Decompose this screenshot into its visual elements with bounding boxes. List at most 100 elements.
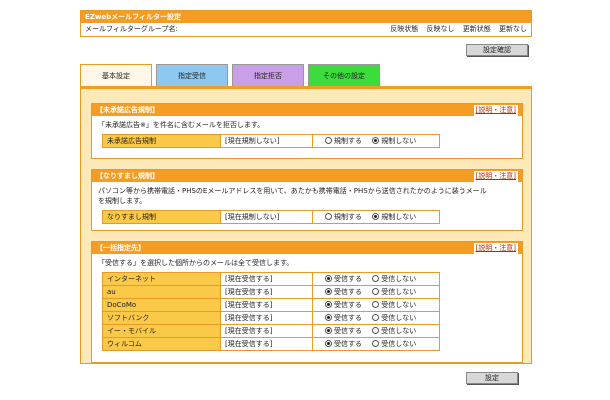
radio-label: 受信する (334, 274, 362, 283)
row-state: [現在受信する] (220, 337, 313, 351)
status-info: 反映状態 反映なし 更新状態 更新なし (384, 23, 527, 36)
section-header: 【一括指定先】 [説明・注意] (92, 242, 522, 254)
set-button[interactable]: 設定 (466, 372, 518, 384)
radio-option-1[interactable]: 受信する (325, 339, 362, 349)
radio-button-checked-icon[interactable] (325, 301, 332, 309)
radio-button-checked-icon[interactable] (325, 340, 332, 348)
radio-option-1[interactable]: 規制する (325, 212, 362, 222)
main-panel: 【未承諾広告規制】 [説明・注意] 「未承諾広告※」を件名に含むメールを拒否しま… (80, 86, 532, 364)
section-unsolicited-ad: 【未承諾広告規制】 [説明・注意] 「未承諾広告※」を件名に含むメールを拒否しま… (91, 103, 523, 159)
description-line: を規制します。 (98, 197, 147, 205)
help-link[interactable]: [説明・注意] (473, 243, 518, 254)
tab-specified-accept[interactable]: 指定受信 (156, 64, 228, 86)
tab-other-settings[interactable]: その他の設定 (308, 64, 380, 86)
radio-button-icon[interactable] (372, 327, 380, 335)
radio-button-icon[interactable] (372, 314, 380, 322)
row-state: [現在受信する] (220, 298, 313, 312)
row-options: 受信する 受信しない (312, 311, 440, 325)
radio-button-checked-icon[interactable] (372, 213, 380, 221)
radio-option-1[interactable]: 受信する (325, 287, 362, 297)
radio-option-1[interactable]: 受信する (325, 326, 362, 336)
row-state: [現在規制しない] (220, 134, 313, 148)
radio-button-checked-icon[interactable] (325, 288, 332, 296)
table-row: au [現在受信する] 受信する 受信しない (102, 285, 440, 299)
tab-basic-settings[interactable]: 基本設定 (80, 64, 152, 86)
radio-button-icon[interactable] (372, 288, 380, 296)
row-label: au (102, 285, 221, 299)
help-link[interactable]: [説明・注意] (473, 171, 518, 182)
update-status-value: 更新なし (499, 25, 527, 33)
row-label: インターネット (102, 272, 221, 286)
radio-button-icon[interactable] (372, 301, 380, 309)
table-row: ウィルコム [現在受信する] 受信する 受信しない (102, 337, 440, 351)
radio-option-2[interactable]: 受信しない (372, 326, 416, 336)
radio-button-icon[interactable] (372, 275, 380, 283)
radio-label: 受信する (334, 339, 362, 348)
section-bulk-destinations: 【一括指定先】 [説明・注意] 「受信する」を選択した個所からのメールは全て受信… (91, 241, 523, 363)
radio-button-icon[interactable] (325, 213, 332, 221)
radio-option-2[interactable]: 受信しない (372, 300, 416, 310)
row-options: 受信する 受信しない (312, 337, 440, 351)
tab-specified-reject[interactable]: 指定拒否 (232, 64, 304, 86)
radio-option-2[interactable]: 規制しない (372, 212, 416, 222)
row-options: 受信する 受信しない (312, 272, 440, 286)
rule-table: 未承諾広告規制 [現在規制しない] 規制する 規制しない (102, 134, 440, 148)
row-state: [現在受信する] (220, 285, 313, 299)
confirm-settings-button[interactable]: 設定確認 (466, 44, 528, 56)
radio-button-checked-icon[interactable] (325, 275, 332, 283)
radio-option-2[interactable]: 規制しない (372, 136, 416, 146)
radio-label: 規制しない (381, 136, 417, 145)
page-header: EZwebメールフィルター設定 メールフィルターグループ名: 反映状態 反映なし… (80, 10, 532, 37)
help-link[interactable]: [説明・注意] (473, 105, 518, 116)
radio-button-checked-icon[interactable] (325, 314, 332, 322)
reflect-status-value: 反映なし (426, 25, 455, 33)
table-row: なりすまし規制 [現在規制しない] 規制する 規制しない (102, 210, 440, 224)
radio-label: 受信しない (381, 274, 417, 283)
radio-label: 受信しない (381, 300, 417, 309)
radio-option-2[interactable]: 受信しない (372, 339, 416, 349)
section-title: 【なりすまし規制】 (96, 172, 159, 180)
row-options: 規制する 規制しない (312, 134, 440, 148)
section-title: 【一括指定先】 (96, 244, 145, 252)
row-state: [現在受信する] (220, 272, 313, 286)
radio-button-icon[interactable] (372, 340, 380, 348)
group-name-label: メールフィルターグループ名: (85, 25, 178, 33)
radio-option-1[interactable]: 規制する (325, 136, 362, 146)
row-state: [現在受信する] (220, 324, 313, 338)
row-options: 受信する 受信しない (312, 298, 440, 312)
radio-label: 受信しない (381, 313, 417, 322)
table-row: イー・モバイル [現在受信する] 受信する 受信しない (102, 324, 440, 338)
description-line: パソコン等から携帯電話・PHSのEメールアドレスを用いて、あたかも携帯電話・PH… (98, 187, 487, 195)
radio-option-2[interactable]: 受信しない (372, 287, 416, 297)
section-description: 「受信する」を選択した個所からのメールは全て受信します。 (98, 259, 294, 267)
radio-button-checked-icon[interactable] (372, 137, 380, 145)
radio-label: 受信しない (381, 287, 417, 296)
section-header: 【なりすまし規制】 [説明・注意] (92, 170, 522, 182)
radio-option-1[interactable]: 受信する (325, 313, 362, 323)
radio-label: 規制しない (381, 212, 417, 221)
section-header: 【未承諾広告規制】 [説明・注意] (92, 104, 522, 116)
row-label: DoCoMo (102, 298, 221, 312)
radio-label: 受信しない (381, 339, 417, 348)
row-label: ウィルコム (102, 337, 221, 351)
radio-label: 受信する (334, 300, 362, 309)
radio-button-icon[interactable] (325, 137, 332, 145)
radio-label: 規制する (334, 212, 362, 221)
radio-label: 受信する (334, 287, 362, 296)
radio-option-1[interactable]: 受信する (325, 300, 362, 310)
radio-option-1[interactable]: 受信する (325, 274, 362, 284)
row-label: なりすまし規制 (102, 210, 221, 224)
rule-table: インターネット [現在受信する] 受信する 受信しない au [現在受信する] … (102, 272, 440, 351)
radio-button-checked-icon[interactable] (325, 327, 332, 335)
radio-option-2[interactable]: 受信しない (372, 313, 416, 323)
radio-option-2[interactable]: 受信しない (372, 274, 416, 284)
table-row: 未承諾広告規制 [現在規制しない] 規制する 規制しない (102, 134, 440, 148)
row-options: 受信する 受信しない (312, 285, 440, 299)
section-title: 【未承諾広告規制】 (96, 106, 159, 114)
row-options: 規制する 規制しない (312, 210, 440, 224)
radio-label: 受信する (334, 326, 362, 335)
section-description: パソコン等から携帯電話・PHSのEメールアドレスを用いて、あたかも携帯電話・PH… (92, 182, 522, 208)
radio-label: 受信しない (381, 326, 417, 335)
reflect-status-label: 反映状態 (390, 25, 419, 33)
radio-label: 受信する (334, 313, 362, 322)
